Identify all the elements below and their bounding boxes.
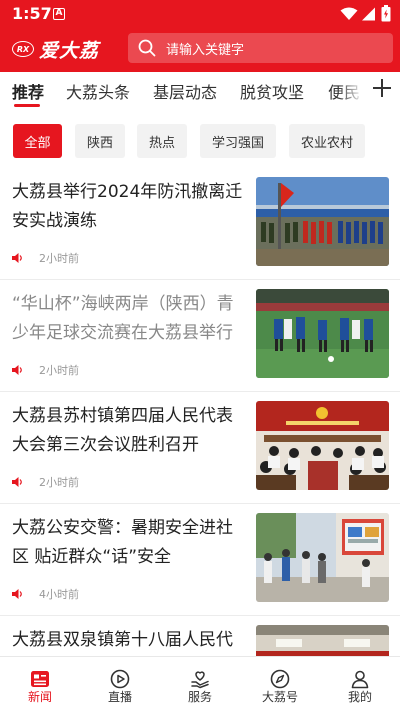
news-time: 2小时前 xyxy=(39,364,79,377)
notification-badge: A xyxy=(53,8,65,20)
news-item[interactable]: 大荔县苏村镇第四届人民代表大会第三次会议胜利召开 2小时前 xyxy=(0,392,400,504)
nav-dali-account[interactable]: 大荔号 xyxy=(240,657,320,711)
news-title: “华山杯”海峡两岸（陕西）青少年足球交流赛在大荔县举行 xyxy=(12,294,234,343)
tab-headlines[interactable]: 大荔头条 xyxy=(66,79,130,103)
search-placeholder: 请输入关键字 xyxy=(166,42,245,58)
search-icon xyxy=(138,39,156,57)
wifi-icon xyxy=(340,6,358,25)
news-item[interactable]: 大荔县举行2024年防汛撤离迁安实战演练 2小时前 xyxy=(0,168,400,280)
tab-poverty-alleviation[interactable]: 脱贫攻坚 xyxy=(240,79,304,103)
speaker-icon[interactable] xyxy=(12,589,23,599)
news-time: 4小时前 xyxy=(39,588,79,601)
live-icon xyxy=(109,668,131,690)
news-item[interactable]: “华山杯”海峡两岸（陕西）青少年足球交流赛在大荔县举行 2小时前 xyxy=(0,280,400,392)
tab-fade xyxy=(338,72,364,108)
news-time: 2小时前 xyxy=(39,252,79,265)
add-channel-button[interactable] xyxy=(364,72,400,108)
news-title: 大荔县苏村镇第四届人民代表大会第三次会议胜利召开 xyxy=(12,406,233,455)
chip-agriculture[interactable]: 农业农村 xyxy=(289,124,365,158)
news-meta: 2小时前 xyxy=(12,474,79,490)
news-time: 2小时前 xyxy=(39,476,79,489)
news-title: 大荔县举行2024年防汛撤离迁安实战演练 xyxy=(12,182,243,231)
app-name: 爱大荔 xyxy=(39,39,100,62)
nav-label: 新闻 xyxy=(27,690,52,704)
nav-label: 我的 xyxy=(347,690,372,704)
service-icon xyxy=(189,668,211,690)
status-bar: 1:57 A xyxy=(0,0,400,28)
news-title: 大荔县双泉镇第十八届人民代 xyxy=(12,630,233,650)
plus-icon xyxy=(372,78,392,102)
profile-icon xyxy=(349,668,371,690)
news-meta: 4小时前 xyxy=(12,586,79,602)
news-meta: 2小时前 xyxy=(12,250,79,266)
nav-label: 直播 xyxy=(107,690,132,704)
active-tab-indicator xyxy=(14,104,40,107)
nav-profile[interactable]: 我的 xyxy=(320,657,400,711)
chip-hot[interactable]: 热点 xyxy=(137,124,187,158)
news-thumbnail xyxy=(256,289,389,378)
bottom-navigation: 新闻 直播 服务 大荔号 我的 xyxy=(0,656,400,711)
signal-icon xyxy=(361,6,376,25)
news-icon xyxy=(29,668,51,690)
tab-grassroots[interactable]: 基层动态 xyxy=(153,79,217,103)
nav-label: 大荔号 xyxy=(261,690,298,704)
chip-shaanxi[interactable]: 陕西 xyxy=(75,124,125,158)
filter-chips: 全部 陕西 热点 学习强国 农业农村 xyxy=(0,116,400,168)
channel-tabs: 推荐 大荔头条 基层动态 脱贫攻坚 便民 xyxy=(0,72,400,108)
battery-icon xyxy=(381,5,391,26)
chip-all[interactable]: 全部 xyxy=(13,124,62,158)
speaker-icon[interactable] xyxy=(12,477,23,487)
news-thumbnail xyxy=(256,513,389,602)
nav-service[interactable]: 服务 xyxy=(160,657,240,711)
app-logo: RX 爱大荔 xyxy=(12,36,99,62)
tab-recommend[interactable]: 推荐 xyxy=(12,79,44,103)
search-input[interactable]: 请输入关键字 xyxy=(128,33,393,63)
compass-icon xyxy=(269,668,291,690)
speaker-icon[interactable] xyxy=(12,365,23,375)
status-time: 1:57 xyxy=(12,4,52,23)
logo-mark: RX xyxy=(12,41,34,57)
chip-xuexi[interactable]: 学习强国 xyxy=(200,124,276,158)
news-thumbnail xyxy=(256,401,389,490)
speaker-icon[interactable] xyxy=(12,253,23,263)
news-item[interactable]: 大荔公安交警：暑期安全进社区 贴近群众“话”安全 4小时前 xyxy=(0,504,400,616)
news-thumbnail xyxy=(256,177,389,266)
news-meta: 2小时前 xyxy=(12,362,79,378)
nav-news[interactable]: 新闻 xyxy=(0,657,80,711)
app-header: 1:57 A RX 爱大荔 请输入关键字 xyxy=(0,0,400,72)
nav-label: 服务 xyxy=(187,690,212,704)
nav-live[interactable]: 直播 xyxy=(80,657,160,711)
news-title: 大荔公安交警：暑期安全进社区 贴近群众“话”安全 xyxy=(12,518,233,567)
